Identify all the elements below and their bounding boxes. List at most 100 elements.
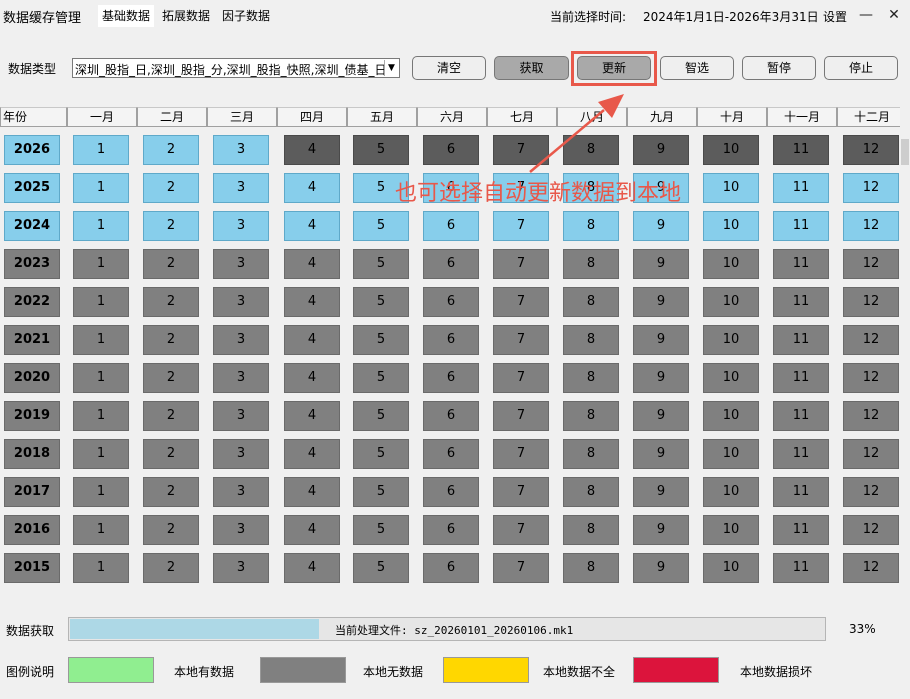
month-cell[interactable]: 5 (353, 135, 409, 165)
month-cell[interactable]: 8 (563, 515, 619, 545)
month-cell[interactable]: 5 (353, 211, 409, 241)
month-cell[interactable]: 7 (493, 249, 549, 279)
year-cell[interactable]: 2022 (4, 287, 60, 317)
month-cell[interactable]: 5 (353, 439, 409, 469)
month-cell[interactable]: 2 (143, 439, 199, 469)
month-cell[interactable]: 5 (353, 363, 409, 393)
month-cell[interactable]: 3 (213, 553, 269, 583)
month-cell[interactable]: 10 (703, 553, 759, 583)
month-cell[interactable]: 3 (213, 439, 269, 469)
month-cell[interactable]: 6 (423, 249, 479, 279)
month-cell[interactable]: 2 (143, 477, 199, 507)
month-cell[interactable]: 4 (284, 477, 340, 507)
tab-extended-data[interactable]: 拓展数据 (162, 7, 210, 27)
month-cell[interactable]: 11 (773, 515, 829, 545)
month-cell[interactable]: 2 (143, 287, 199, 317)
month-cell[interactable]: 4 (284, 173, 340, 203)
month-cell[interactable]: 8 (563, 135, 619, 165)
close-icon[interactable]: ✕ (884, 4, 904, 26)
month-cell[interactable]: 5 (353, 553, 409, 583)
month-cell[interactable]: 4 (284, 401, 340, 431)
month-cell[interactable]: 11 (773, 135, 829, 165)
month-cell[interactable]: 12 (843, 287, 899, 317)
month-cell[interactable]: 4 (284, 287, 340, 317)
month-cell[interactable]: 4 (284, 553, 340, 583)
month-cell[interactable]: 10 (703, 173, 759, 203)
month-cell[interactable]: 9 (633, 553, 689, 583)
month-cell[interactable]: 1 (73, 553, 129, 583)
month-cell[interactable]: 12 (843, 363, 899, 393)
month-cell[interactable]: 11 (773, 287, 829, 317)
month-cell[interactable]: 3 (213, 515, 269, 545)
month-cell[interactable]: 10 (703, 477, 759, 507)
month-cell[interactable]: 12 (843, 249, 899, 279)
month-cell[interactable]: 5 (353, 325, 409, 355)
month-cell[interactable]: 10 (703, 363, 759, 393)
month-cell[interactable]: 3 (213, 173, 269, 203)
month-cell[interactable]: 11 (773, 439, 829, 469)
month-cell[interactable]: 7 (493, 135, 549, 165)
clear-button[interactable]: 清空 (412, 56, 486, 80)
month-cell[interactable]: 10 (703, 325, 759, 355)
month-cell[interactable]: 8 (563, 553, 619, 583)
month-cell[interactable]: 8 (563, 477, 619, 507)
month-cell[interactable]: 1 (73, 325, 129, 355)
month-cell[interactable]: 2 (143, 515, 199, 545)
month-cell[interactable]: 12 (843, 135, 899, 165)
data-type-select[interactable]: 深圳_股指_日,深圳_股指_分,深圳_股指_快照,深圳_债基_日 ▼ (72, 58, 400, 78)
month-cell[interactable]: 6 (423, 477, 479, 507)
year-cell[interactable]: 2016 (4, 515, 60, 545)
month-cell[interactable]: 4 (284, 363, 340, 393)
month-cell[interactable]: 8 (563, 249, 619, 279)
fetch-button[interactable]: 获取 (494, 56, 569, 80)
month-cell[interactable]: 9 (633, 211, 689, 241)
month-cell[interactable]: 2 (143, 363, 199, 393)
month-cell[interactable]: 2 (143, 173, 199, 203)
month-cell[interactable]: 6 (423, 515, 479, 545)
month-cell[interactable]: 1 (73, 363, 129, 393)
month-cell[interactable]: 2 (143, 249, 199, 279)
pause-button[interactable]: 暂停 (742, 56, 816, 80)
month-cell[interactable]: 12 (843, 553, 899, 583)
vertical-scrollbar[interactable] (900, 127, 910, 599)
month-cell[interactable]: 7 (493, 515, 549, 545)
month-cell[interactable]: 9 (633, 325, 689, 355)
month-cell[interactable]: 11 (773, 325, 829, 355)
month-cell[interactable]: 1 (73, 439, 129, 469)
month-cell[interactable]: 6 (423, 325, 479, 355)
year-cell[interactable]: 2024 (4, 211, 60, 241)
year-cell[interactable]: 2015 (4, 553, 60, 583)
time-range-value[interactable]: 2024年1月1日-2026年3月31日 (643, 8, 819, 25)
month-cell[interactable]: 7 (493, 211, 549, 241)
month-cell[interactable]: 9 (633, 477, 689, 507)
month-cell[interactable]: 3 (213, 363, 269, 393)
month-cell[interactable]: 5 (353, 287, 409, 317)
month-cell[interactable]: 6 (423, 135, 479, 165)
month-cell[interactable]: 10 (703, 515, 759, 545)
month-cell[interactable]: 2 (143, 553, 199, 583)
month-cell[interactable]: 9 (633, 439, 689, 469)
month-cell[interactable]: 7 (493, 439, 549, 469)
month-cell[interactable]: 4 (284, 325, 340, 355)
month-cell[interactable]: 1 (73, 173, 129, 203)
month-cell[interactable]: 9 (633, 401, 689, 431)
month-cell[interactable]: 11 (773, 477, 829, 507)
month-cell[interactable]: 6 (423, 439, 479, 469)
month-cell[interactable]: 1 (73, 287, 129, 317)
month-cell[interactable]: 7 (493, 477, 549, 507)
month-cell[interactable]: 1 (73, 515, 129, 545)
month-cell[interactable]: 12 (843, 211, 899, 241)
month-cell[interactable]: 7 (493, 325, 549, 355)
month-cell[interactable]: 10 (703, 401, 759, 431)
year-cell[interactable]: 2019 (4, 401, 60, 431)
month-cell[interactable]: 5 (353, 515, 409, 545)
month-cell[interactable]: 3 (213, 211, 269, 241)
month-cell[interactable]: 11 (773, 249, 829, 279)
month-cell[interactable]: 1 (73, 211, 129, 241)
month-cell[interactable]: 9 (633, 287, 689, 317)
month-cell[interactable]: 8 (563, 439, 619, 469)
month-cell[interactable]: 8 (563, 211, 619, 241)
dropdown-arrow-icon[interactable]: ▼ (384, 60, 398, 76)
month-cell[interactable]: 11 (773, 401, 829, 431)
month-cell[interactable]: 6 (423, 287, 479, 317)
